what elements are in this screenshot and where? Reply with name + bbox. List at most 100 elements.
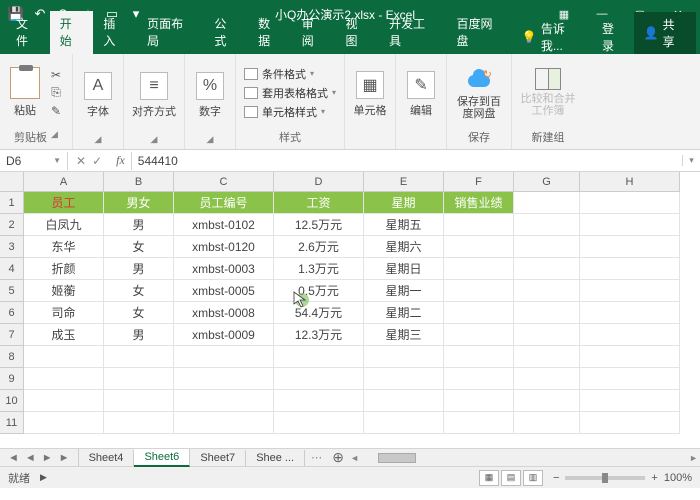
select-all-corner[interactable] [0, 172, 24, 192]
cell[interactable] [24, 346, 104, 368]
cell[interactable] [364, 368, 444, 390]
login-link[interactable]: 登录 [594, 20, 634, 54]
add-sheet-button[interactable]: ⊕ [328, 449, 348, 466]
cell[interactable]: 0.5万元 [274, 280, 364, 302]
row-head-4[interactable]: 4 [0, 258, 24, 280]
cell[interactable]: 男 [104, 258, 174, 280]
cell[interactable] [444, 280, 514, 302]
accept-formula-icon[interactable]: ✓ [92, 154, 102, 168]
cell[interactable] [444, 368, 514, 390]
col-head-B[interactable]: B [104, 172, 174, 192]
cell[interactable]: 女 [104, 280, 174, 302]
cell[interactable]: 男 [104, 214, 174, 236]
hscroll-thumb[interactable] [378, 453, 416, 463]
baidu-save-button[interactable]: ↻保存到百度网盘 [455, 65, 503, 120]
cell[interactable] [514, 368, 580, 390]
cell[interactable]: 姬蘅 [24, 280, 104, 302]
cell[interactable]: xmbst-0003 [174, 258, 274, 280]
cell[interactable]: 折颜 [24, 258, 104, 280]
cell[interactable] [174, 412, 274, 434]
cell[interactable]: 1.3万元 [274, 258, 364, 280]
cell[interactable]: 星期日 [364, 258, 444, 280]
cell[interactable]: 销售业绩 [444, 192, 514, 214]
cell[interactable] [24, 368, 104, 390]
number-dialog-icon[interactable]: ◢ [207, 134, 214, 145]
sheet-nav-1[interactable]: ◄ [25, 452, 36, 464]
cell[interactable] [580, 368, 680, 390]
cell[interactable] [580, 258, 680, 280]
row-head-3[interactable]: 3 [0, 236, 24, 258]
cell[interactable]: 男女 [104, 192, 174, 214]
cell[interactable] [444, 214, 514, 236]
cell[interactable]: 成玉 [24, 324, 104, 346]
ribbon-tab-1[interactable]: 开始 [50, 11, 94, 54]
zoom-slider[interactable] [565, 476, 645, 480]
horizontal-scrollbar[interactable]: ◄ ► [348, 449, 700, 466]
cancel-formula-icon[interactable]: ✕ [76, 154, 86, 168]
view-layout-button[interactable]: ▤ [501, 470, 521, 486]
ribbon-tab-9[interactable]: 百度网盘 [447, 11, 514, 54]
editing-button[interactable]: ✎编辑 [404, 71, 438, 118]
cell[interactable]: 司命 [24, 302, 104, 324]
cell[interactable] [514, 192, 580, 214]
cell[interactable] [274, 390, 364, 412]
cell[interactable]: 女 [104, 236, 174, 258]
col-head-F[interactable]: F [444, 172, 514, 192]
cell[interactable]: 星期 [364, 192, 444, 214]
ribbon-tab-0[interactable]: 文件 [6, 11, 50, 54]
sheet-tabs-more[interactable]: ⋯ [305, 449, 328, 466]
cell[interactable] [364, 412, 444, 434]
cell[interactable] [444, 324, 514, 346]
cell[interactable] [274, 346, 364, 368]
cell[interactable]: xmbst-0009 [174, 324, 274, 346]
sheet-nav-0[interactable]: ◄ [8, 452, 19, 464]
ribbon-tab-2[interactable]: 插入 [93, 11, 137, 54]
row-head-10[interactable]: 10 [0, 390, 24, 412]
view-normal-button[interactable]: ▦ [479, 470, 499, 486]
cell[interactable] [444, 346, 514, 368]
cell[interactable]: 东华 [24, 236, 104, 258]
macro-record-icon[interactable]: ▶ [40, 472, 47, 483]
cut-icon[interactable]: ✂ [48, 68, 64, 82]
cell[interactable] [104, 368, 174, 390]
cell[interactable] [514, 258, 580, 280]
cell[interactable]: xmbst-0120 [174, 236, 274, 258]
row-head-8[interactable]: 8 [0, 346, 24, 368]
align-dialog-icon[interactable]: ◢ [151, 134, 158, 145]
cell[interactable]: 员工 [24, 192, 104, 214]
cell[interactable]: 星期二 [364, 302, 444, 324]
cell[interactable] [444, 390, 514, 412]
table-format-button[interactable]: 套用表格格式▾ [244, 85, 336, 101]
cell[interactable] [514, 346, 580, 368]
sheet-tab-1[interactable]: Sheet6 [134, 449, 190, 467]
zoom-level[interactable]: 100% [664, 472, 692, 484]
font-dialog-icon[interactable]: ◢ [95, 134, 102, 145]
cell-style-button[interactable]: 单元格样式▾ [244, 104, 336, 120]
ribbon-tab-4[interactable]: 公式 [204, 11, 248, 54]
sheet-tab-2[interactable]: Sheet7 [190, 450, 246, 466]
cell[interactable] [174, 390, 274, 412]
cell[interactable]: 星期六 [364, 236, 444, 258]
cells-button[interactable]: ▦单元格 [353, 71, 387, 118]
cell[interactable] [444, 258, 514, 280]
namebox-dropdown-icon[interactable]: ▼ [53, 156, 61, 165]
col-head-H[interactable]: H [580, 172, 680, 192]
cell[interactable]: 员工编号 [174, 192, 274, 214]
share-button[interactable]: 👤 共享 [634, 12, 696, 54]
sheet-nav-2[interactable]: ► [42, 452, 53, 464]
ribbon-tab-5[interactable]: 数据 [248, 11, 292, 54]
cell[interactable] [104, 412, 174, 434]
tell-me[interactable]: 💡告诉我... [514, 20, 594, 54]
formula-bar[interactable]: 544410 [131, 152, 682, 170]
cell[interactable] [514, 236, 580, 258]
cell[interactable] [514, 214, 580, 236]
paste-button[interactable]: 粘贴 [8, 67, 42, 118]
sheet-nav-3[interactable]: ► [59, 452, 70, 464]
cell[interactable] [514, 324, 580, 346]
cell[interactable] [514, 302, 580, 324]
cell[interactable]: 12.3万元 [274, 324, 364, 346]
col-head-C[interactable]: C [174, 172, 274, 192]
cell[interactable] [274, 412, 364, 434]
col-head-G[interactable]: G [514, 172, 580, 192]
row-head-7[interactable]: 7 [0, 324, 24, 346]
